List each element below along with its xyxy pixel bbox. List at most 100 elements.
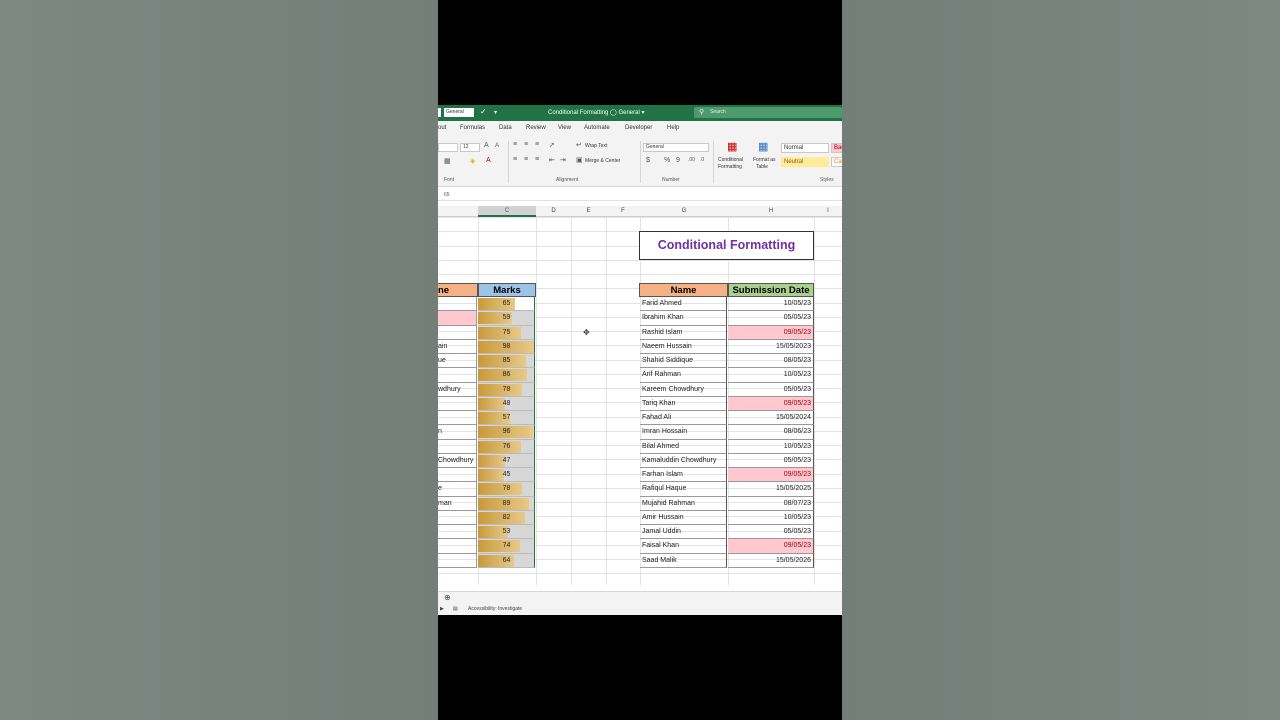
left-name-header[interactable]: ne [438, 283, 478, 297]
increase-decimal-icon[interactable]: .00 [688, 157, 695, 163]
style-neutral[interactable]: Neutral [781, 157, 829, 167]
submission-date-cell[interactable]: 09/05/23 [728, 468, 814, 483]
borders-icon[interactable]: ▦ [444, 157, 451, 165]
left-name-cell[interactable] [438, 539, 477, 554]
submission-date-cell[interactable]: 05/05/23 [728, 525, 814, 540]
format-as-table-button[interactable]: ▦ Format as Table [752, 140, 780, 174]
column-header-c[interactable]: C [478, 206, 536, 217]
left-name-cell[interactable] [438, 468, 477, 483]
marks-cell[interactable]: 47 [478, 453, 535, 468]
left-name-cell[interactable] [438, 439, 477, 454]
page-title[interactable]: Conditional Formatting [639, 231, 814, 260]
marks-header[interactable]: Marks [478, 283, 536, 297]
decrease-indent-icon[interactable]: ⇤ [549, 156, 555, 164]
font-name-input[interactable] [438, 143, 458, 152]
style-bad[interactable]: Bad [831, 143, 842, 153]
name-cell[interactable]: Mujahid Rahman [640, 496, 727, 511]
column-header-g[interactable]: G [640, 206, 728, 217]
left-name-cell[interactable]: n [438, 425, 477, 440]
name-cell[interactable]: Tariq Khan [640, 396, 727, 411]
name-cell[interactable]: Rafiqul Haque [640, 482, 727, 497]
left-name-cell[interactable]: e [438, 482, 477, 497]
submission-date-cell[interactable]: 09/05/23 [728, 539, 814, 554]
marks-cell[interactable]: 64 [478, 553, 535, 568]
column-header-f[interactable]: F [606, 206, 640, 217]
formula-bar[interactable]: 65 [438, 189, 842, 201]
column-header-i[interactable]: I [814, 206, 842, 217]
name-cell[interactable]: Kareem Chowdhury [640, 382, 727, 397]
style-normal[interactable]: Normal [781, 143, 829, 153]
style-calculation[interactable]: Cal [831, 157, 842, 167]
submission-date-cell[interactable]: 09/05/23 [728, 396, 814, 411]
name-cell[interactable]: Rashid Islam [640, 325, 727, 340]
submission-date-cell[interactable]: 05/05/23 [728, 453, 814, 468]
increase-indent-icon[interactable]: ⇥ [560, 156, 566, 164]
name-header[interactable]: Name [639, 283, 728, 297]
tab-automate[interactable]: Automate [584, 125, 610, 131]
align-middle-icon[interactable]: ≡ [524, 141, 528, 148]
name-cell[interactable]: Amir Hussain [640, 510, 727, 525]
orientation-icon[interactable]: ➚ [549, 141, 555, 149]
tab-data[interactable]: Data [499, 125, 512, 131]
tab-developer[interactable]: Developer [625, 125, 652, 131]
submission-date-header[interactable]: Submission Date [728, 283, 814, 297]
marks-cell[interactable]: 65 [478, 297, 535, 312]
submission-date-cell[interactable]: 15/05/2023 [728, 339, 814, 354]
marks-cell[interactable]: 82 [478, 510, 535, 525]
submission-date-cell[interactable]: 15/05/2025 [728, 482, 814, 497]
left-name-cell[interactable]: ain [438, 339, 477, 354]
left-name-cell[interactable]: man [438, 496, 477, 511]
percent-icon[interactable]: % [664, 157, 670, 164]
tab-view[interactable]: View [558, 125, 571, 131]
name-cell[interactable]: Shahid Siddique [640, 354, 727, 369]
tab-layout[interactable]: out [438, 125, 446, 131]
tab-formulas[interactable]: Formulas [460, 125, 485, 131]
left-name-cell[interactable] [438, 325, 477, 340]
submission-date-cell[interactable]: 05/05/23 [728, 311, 814, 326]
name-cell[interactable]: Jamal Uddin [640, 525, 727, 540]
left-name-cell[interactable] [438, 311, 477, 326]
marks-cell[interactable]: 86 [478, 368, 535, 383]
font-color-icon[interactable]: A [486, 157, 491, 164]
font-size-input[interactable]: 12 [460, 143, 480, 152]
left-name-cell[interactable] [438, 411, 477, 426]
marks-cell[interactable]: 57 [478, 411, 535, 426]
submission-date-cell[interactable]: 10/05/23 [728, 297, 814, 312]
left-name-cell[interactable] [438, 396, 477, 411]
brush-icon[interactable]: ✓ [480, 107, 487, 116]
name-cell[interactable]: Ibrahim Khan [640, 311, 727, 326]
name-cell[interactable]: Kamaluddin Chowdhury [640, 453, 727, 468]
marks-cell[interactable]: 89 [478, 496, 535, 511]
tab-review[interactable]: Review [526, 125, 546, 131]
marks-cell[interactable]: 53 [478, 525, 535, 540]
left-name-cell[interactable]: wdhury [438, 382, 477, 397]
name-cell[interactable]: Farid Ahmed [640, 297, 727, 312]
add-sheet-icon[interactable]: ⊕ [444, 593, 451, 602]
marks-cell[interactable]: 78 [478, 482, 535, 497]
submission-date-cell[interactable]: 15/05/2026 [728, 553, 814, 568]
marks-cell[interactable]: 75 [478, 325, 535, 340]
currency-icon[interactable]: $ [646, 157, 650, 164]
number-format-dropdown[interactable]: General [643, 143, 709, 152]
name-cell[interactable]: Faisal Khan [640, 539, 727, 554]
marks-cell[interactable]: 98 [478, 339, 535, 354]
decrease-decimal-icon[interactable]: .0 [700, 157, 704, 163]
wrap-text-button[interactable]: Wrap Text [585, 143, 607, 149]
name-cell[interactable]: Fahad Ali [640, 411, 727, 426]
merge-center-button[interactable]: Merge & Center [585, 158, 620, 164]
name-cell[interactable]: Imran Hossain [640, 425, 727, 440]
submission-date-cell[interactable]: 08/06/23 [728, 425, 814, 440]
left-name-cell[interactable] [438, 510, 477, 525]
left-name-cell[interactable] [438, 297, 477, 312]
align-center-icon[interactable]: ≡ [524, 156, 528, 163]
submission-date-cell[interactable]: 08/07/23 [728, 496, 814, 511]
submission-date-cell[interactable]: 08/05/23 [728, 354, 814, 369]
marks-cell[interactable]: 96 [478, 425, 535, 440]
column-header-b[interactable] [438, 206, 478, 217]
submission-date-cell[interactable]: 09/05/23 [728, 325, 814, 340]
submission-date-cell[interactable]: 15/05/2024 [728, 411, 814, 426]
marks-cell[interactable]: 59 [478, 311, 535, 326]
decrease-font-icon[interactable]: A [495, 143, 499, 149]
submission-date-cell[interactable]: 10/05/23 [728, 439, 814, 454]
marks-cell[interactable]: 48 [478, 396, 535, 411]
